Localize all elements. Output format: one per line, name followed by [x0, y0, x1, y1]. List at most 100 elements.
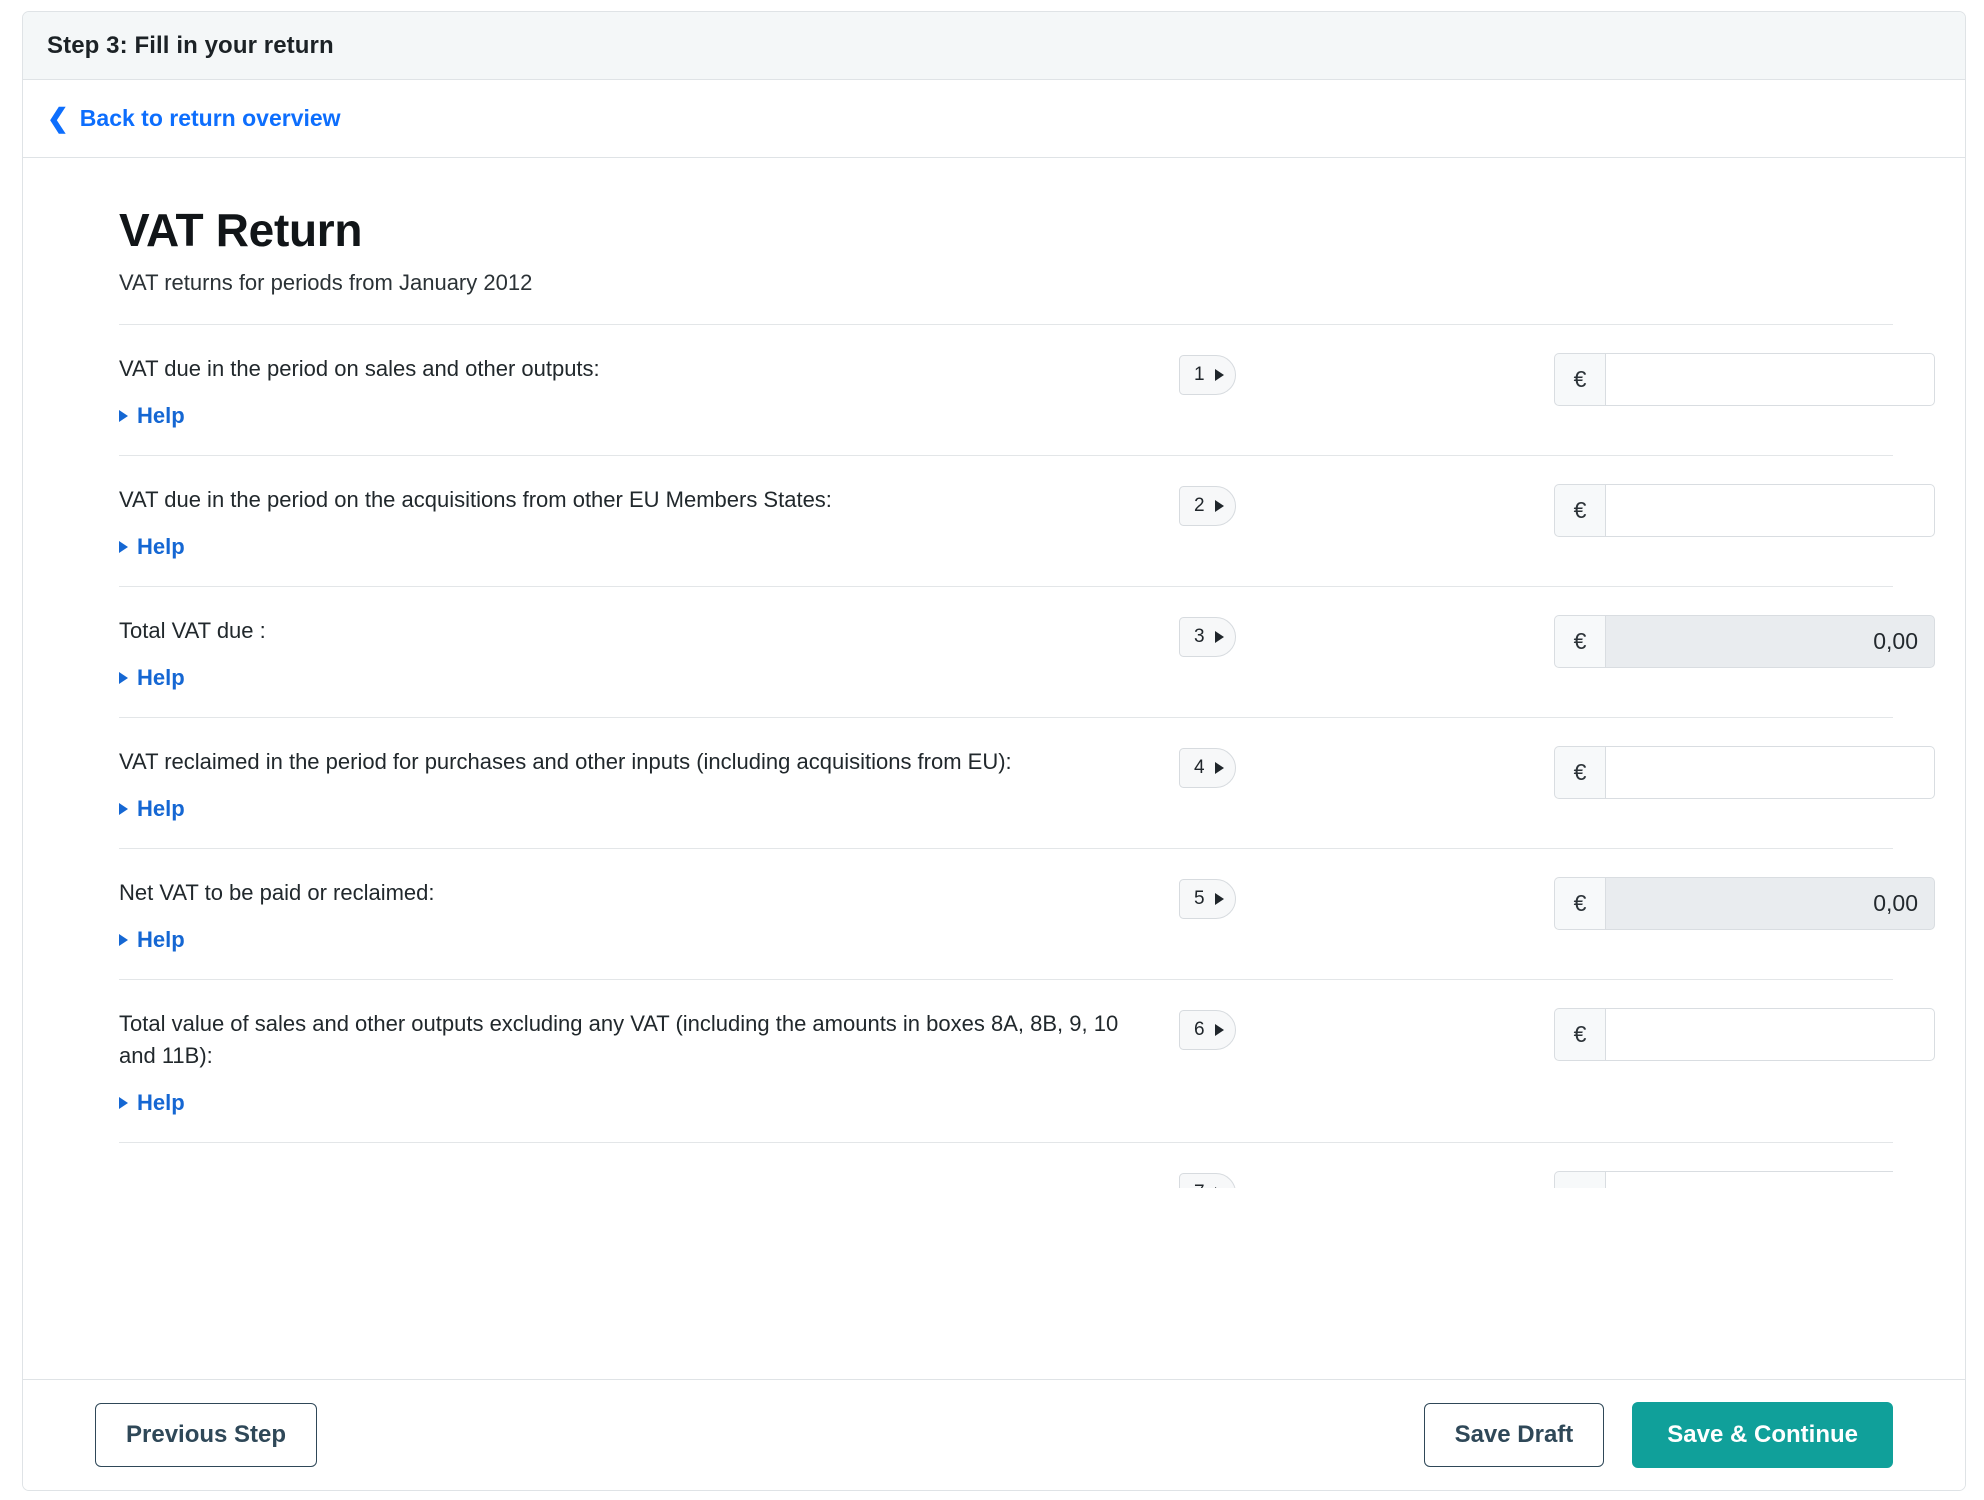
vat-row-5-label: Net VAT to be paid or reclaimed: — [119, 879, 435, 905]
vat-row-5-badge-col: 5 — [1179, 877, 1469, 919]
vat-row-3-amount-input — [1605, 615, 1935, 669]
caret-right-icon — [119, 541, 128, 554]
caret-right-icon — [1214, 761, 1224, 774]
vat-row-6-amount-input[interactable] — [1605, 1007, 1935, 1061]
vat-row-4: VAT reclaimed in the period for purchase… — [119, 716, 1935, 848]
page-title: VAT Return — [119, 204, 363, 256]
euro-symbol-icon: € — [1554, 1007, 1605, 1061]
vat-row-1-input-col: € — [1469, 353, 1935, 407]
caret-right-icon — [1214, 369, 1224, 382]
vat-row-4-amount-input[interactable] — [1605, 745, 1935, 799]
box-number-badge-4-label: 4 — [1194, 756, 1205, 778]
vat-row-3-input-group: € — [1554, 615, 1935, 669]
euro-symbol-icon: € — [1554, 1170, 1605, 1188]
vat-row-2: VAT due in the period on the acquisition… — [119, 455, 1935, 586]
vat-row-1-label-col: VAT due in the period on sales and other… — [119, 353, 1179, 429]
box-number-badge-3[interactable]: 3 — [1179, 617, 1236, 658]
vat-row-5: Net VAT to be paid or reclaimed: Help 5 — [119, 847, 1935, 979]
vat-row-5-label-col: Net VAT to be paid or reclaimed: Help — [119, 877, 1179, 953]
vat-row-4-help-toggle[interactable]: Help — [119, 796, 185, 822]
vat-row-6-input-col: € — [1469, 1007, 1935, 1061]
box-number-badge-1[interactable]: 1 — [1179, 355, 1236, 396]
vat-row-1: VAT due in the period on sales and other… — [119, 324, 1935, 455]
vat-row-7: 7 € — [119, 1141, 1893, 1188]
vat-row-1-label: VAT due in the period on sales and other… — [119, 356, 600, 382]
vat-row-4-label-col: VAT reclaimed in the period for purchase… — [119, 746, 1179, 822]
vat-return-card: Step 3: Fill in your return ❮ Back to re… — [22, 11, 1966, 1491]
caret-right-icon — [1214, 1023, 1224, 1036]
caret-right-icon — [119, 933, 128, 946]
vat-row-1-badge-col: 1 — [1179, 353, 1469, 396]
form-scroll-area[interactable]: VAT Return VAT returns for periods from … — [23, 158, 1965, 1380]
box-number-badge-1-label: 1 — [1194, 364, 1205, 386]
box-number-badge-7-label: 7 — [1194, 1182, 1205, 1188]
vat-row-1-help-toggle[interactable]: Help — [119, 403, 185, 429]
vat-row-3-badge-col: 3 — [1179, 615, 1469, 658]
euro-symbol-icon: € — [1554, 876, 1605, 930]
vat-row-7-badge-col: 7 — [1179, 1171, 1469, 1188]
caret-right-icon — [1214, 631, 1224, 644]
box-number-badge-3-label: 3 — [1194, 626, 1205, 648]
euro-symbol-icon: € — [1554, 484, 1605, 538]
vat-row-7-input-col: € — [1469, 1170, 1893, 1188]
vat-row-3-help-toggle[interactable]: Help — [119, 665, 185, 691]
vat-row-6: Total value of sales and other outputs e… — [119, 978, 1935, 1142]
caret-right-icon — [1214, 1186, 1224, 1188]
vat-row-1-help-label: Help — [137, 403, 185, 429]
box-number-badge-6-label: 6 — [1194, 1018, 1205, 1040]
previous-step-button[interactable]: Previous Step — [95, 1403, 318, 1467]
save-draft-button[interactable]: Save Draft — [1423, 1403, 1605, 1467]
vat-row-6-help-label: Help — [137, 1089, 185, 1115]
vat-row-6-label: Total value of sales and other outputs e… — [119, 1010, 1119, 1068]
caret-right-icon — [119, 1096, 128, 1109]
vat-row-3: Total VAT due : Help 3 € 0,00 — [119, 586, 1935, 717]
box-number-badge-5-label: 5 — [1194, 887, 1205, 909]
save-and-continue-button[interactable]: Save & Continue — [1632, 1402, 1893, 1468]
vat-row-5-input-group: € — [1554, 876, 1935, 930]
vat-row-5-help-toggle[interactable]: Help — [119, 927, 185, 953]
box-number-badge-5[interactable]: 5 — [1179, 878, 1236, 919]
vat-row-2-amount-input[interactable] — [1605, 484, 1935, 538]
box-number-badge-2[interactable]: 2 — [1179, 486, 1236, 527]
step-header: Step 3: Fill in your return — [23, 12, 1965, 80]
vat-row-4-input-group: € — [1554, 745, 1935, 799]
form-content: VAT Return VAT returns for periods from … — [23, 158, 1965, 1188]
box-number-badge-7[interactable]: 7 — [1179, 1172, 1236, 1188]
vat-row-4-label: VAT reclaimed in the period for purchase… — [119, 748, 1012, 774]
vat-row-6-label-col: Total value of sales and other outputs e… — [119, 1008, 1179, 1116]
vat-row-7-amount-input[interactable] — [1605, 1170, 1893, 1188]
vat-row-3-label-col: Total VAT due : Help — [119, 615, 1179, 691]
vat-row-3-label: Total VAT due : — [119, 618, 266, 644]
chevron-left-icon: ❮ — [47, 102, 69, 133]
vat-row-4-input-col: € — [1469, 745, 1935, 799]
caret-right-icon — [119, 410, 128, 423]
euro-symbol-icon: € — [1554, 353, 1605, 407]
vat-row-6-input-group: € — [1554, 1007, 1935, 1061]
vat-return-rows: VAT due in the period on sales and other… — [95, 324, 1935, 1188]
vat-row-2-label-col: VAT due in the period on the acquisition… — [119, 484, 1179, 560]
vat-row-2-help-label: Help — [137, 534, 185, 560]
vat-row-1-amount-input[interactable] — [1605, 353, 1935, 407]
vat-row-2-label: VAT due in the period on the acquisition… — [119, 487, 832, 513]
back-link-label: Back to return overview — [79, 105, 341, 131]
box-number-badge-6[interactable]: 6 — [1179, 1009, 1236, 1050]
caret-right-icon — [119, 671, 128, 684]
vat-row-7-input-group: € — [1554, 1170, 1893, 1188]
vat-row-5-input-col: € — [1469, 876, 1935, 930]
vat-row-6-badge-col: 6 — [1179, 1008, 1469, 1050]
vat-row-6-help-toggle[interactable]: Help — [119, 1090, 185, 1116]
back-to-return-overview-link[interactable]: ❮ Back to return overview — [47, 105, 341, 132]
box-number-badge-4[interactable]: 4 — [1179, 747, 1236, 788]
vat-row-3-input-col: € — [1469, 615, 1935, 669]
caret-right-icon — [1214, 892, 1224, 905]
box-number-badge-2-label: 2 — [1194, 495, 1205, 517]
footer-actions: Save Draft Save & Continue — [1423, 1402, 1893, 1468]
vat-row-2-badge-col: 2 — [1179, 484, 1469, 527]
step-header-title: Step 3: Fill in your return — [47, 31, 334, 59]
vat-row-5-help-label: Help — [137, 926, 185, 952]
vat-row-2-help-toggle[interactable]: Help — [119, 534, 185, 560]
back-link-bar: ❮ Back to return overview — [23, 80, 1965, 158]
vat-row-1-input-group: € — [1554, 353, 1935, 407]
app-page: Step 3: Fill in your return ❮ Back to re… — [0, 0, 1984, 1500]
vat-row-4-badge-col: 4 — [1179, 746, 1469, 788]
